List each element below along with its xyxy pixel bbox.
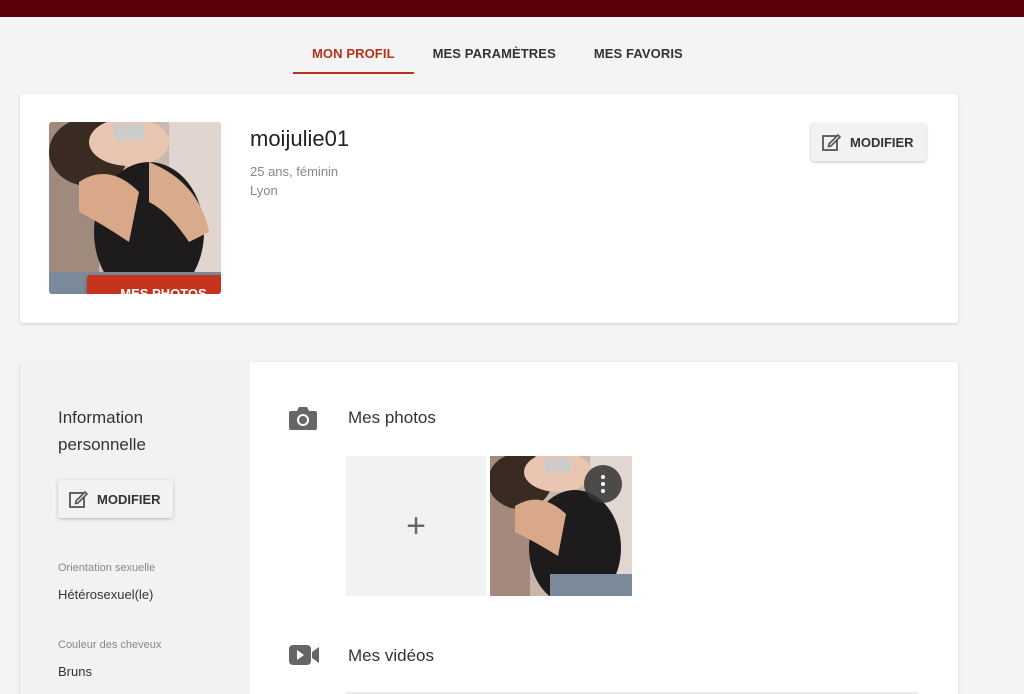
modify-label: MODIFIER [850,134,914,150]
field-label-orientation: Orientation sexuelle [58,562,156,574]
edit-icon [822,133,841,151]
photo-thumbnail[interactable] [490,456,632,596]
personal-info-title: Information personnelle [58,408,146,454]
profile-card: MES PHOTOS moijulie01 25 ans, féminin Ly… [20,94,958,323]
modify-profile-button[interactable]: MODIFIER [811,123,926,161]
field-label-hair-color: Couleur des cheveux [58,639,162,651]
avatar-photo [49,122,221,294]
city: Lyon [250,183,278,198]
plus-icon: + [406,506,426,545]
mes-photos-button[interactable]: MES PHOTOS [87,275,221,294]
more-vert-icon[interactable] [584,465,622,503]
photos-section-title: Mes photos [348,408,436,427]
camera-icon [289,407,317,430]
videos-section-title: Mes vidéos [348,646,434,665]
field-value-hair-color: Bruns [58,664,92,679]
add-photo-tile[interactable]: + [346,456,486,596]
top-bar [0,0,1024,17]
profile-tabs: MON PROFIL MES PARAMÈTRES MES FAVORIS [293,36,702,74]
tab-mes-parametres[interactable]: MES PARAMÈTRES [414,36,575,74]
video-icon [289,645,319,665]
field-value-orientation: Hétérosexuel(le) [58,587,154,602]
tab-mes-favoris[interactable]: MES FAVORIS [575,36,702,74]
profile-subinfo: 25 ans, féminin Lyon [250,162,338,200]
profile-avatar[interactable]: MES PHOTOS [49,122,221,294]
modify-personal-button[interactable]: MODIFIER [58,480,173,518]
age-gender: 25 ans, féminin [250,164,339,179]
tab-mon-profil[interactable]: MON PROFIL [293,36,414,74]
details-card: Information personnelle MODIFIER Orienta… [20,362,958,694]
edit-icon [69,490,88,508]
username: moijulie01 [250,126,350,151]
modify-label: MODIFIER [97,491,161,507]
personal-info-panel: Information personnelle MODIFIER Orienta… [20,362,250,694]
